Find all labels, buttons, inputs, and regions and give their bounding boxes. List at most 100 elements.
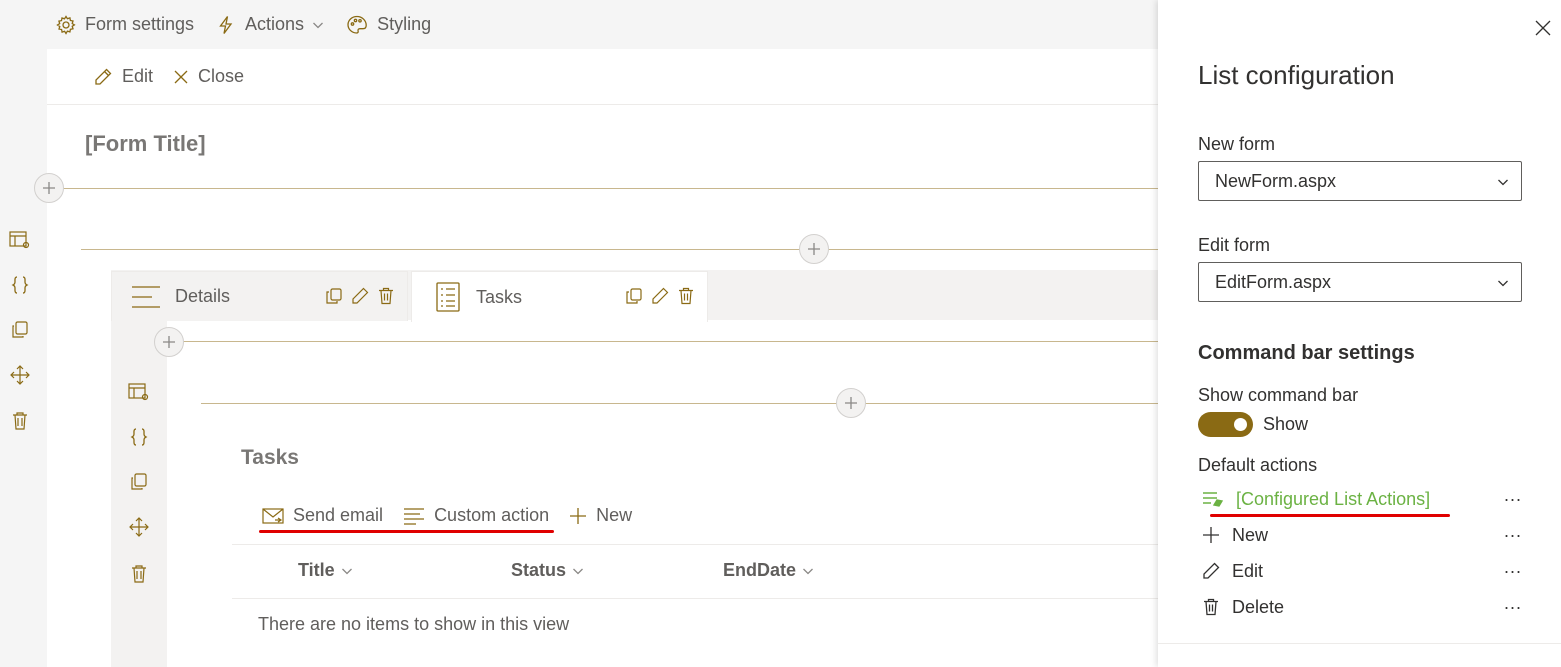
more-options-button[interactable]: ... (1504, 557, 1522, 578)
column-header-status[interactable]: Status (511, 560, 584, 581)
new-label: New (596, 505, 633, 525)
copy-icon[interactable] (128, 471, 150, 493)
styling-label: Styling (377, 14, 432, 34)
form-settings-button[interactable]: Form settings (56, 14, 194, 35)
form-settings-label: Form settings (85, 14, 195, 34)
more-options-button[interactable]: ... (1504, 593, 1522, 614)
section-divider (63, 188, 1158, 189)
column-header-title[interactable]: Title (298, 560, 353, 581)
code-braces-icon[interactable] (9, 274, 31, 296)
configured-list-actions-item[interactable]: [Configured List Actions] ... (1202, 485, 1522, 513)
actions-menu-button[interactable]: Actions (216, 14, 324, 35)
edit-form-dropdown[interactable]: EditForm.aspx (1198, 262, 1522, 302)
close-panel-button[interactable] (1531, 16, 1555, 40)
show-command-bar-toggle[interactable] (1198, 412, 1253, 437)
plus-icon (570, 507, 587, 524)
column-header-bottom-border (232, 598, 1158, 599)
edit-form-label: Edit form (1198, 235, 1271, 255)
tab-section-divider (183, 341, 1158, 342)
move-icon[interactable] (9, 364, 31, 386)
delete-icon[interactable] (128, 563, 150, 585)
send-email-button[interactable]: Send email (262, 505, 383, 526)
add-section-button[interactable] (154, 327, 184, 357)
actions-label: Actions (245, 14, 305, 34)
lines-icon (404, 507, 425, 525)
list-configuration-panel: List configuration New form NewForm.aspx… (1158, 0, 1561, 667)
column-label: EndDate (723, 560, 797, 580)
tab-tasks[interactable]: Tasks (411, 271, 708, 322)
layout-settings-icon[interactable] (9, 229, 31, 251)
add-section-button[interactable] (34, 173, 64, 203)
column-header-enddate[interactable]: EndDate (723, 560, 814, 581)
add-row-button[interactable] (799, 234, 829, 264)
edit-form-value: EditForm.aspx (1215, 271, 1332, 292)
form-title[interactable]: [Form Title] (85, 131, 206, 157)
copy-icon[interactable] (625, 287, 643, 305)
close-button[interactable]: Close (173, 66, 244, 87)
annotation-underline (259, 530, 554, 533)
document-list-icon (436, 282, 460, 312)
panel-footer-divider (1158, 643, 1561, 644)
configured-actions-icon (1203, 492, 1224, 507)
plus-icon (163, 336, 175, 348)
trash-icon (1204, 598, 1218, 616)
layout-settings-icon[interactable] (128, 381, 150, 403)
chevron-down-icon (803, 568, 813, 574)
list-title: Tasks (241, 446, 299, 469)
chevron-down-icon (1498, 280, 1508, 287)
new-item-button[interactable]: New (569, 505, 632, 526)
pencil-icon (1203, 562, 1220, 579)
list-command-bar: Send email Custom action New (262, 505, 652, 526)
delete-icon[interactable] (9, 410, 31, 432)
code-braces-icon[interactable] (128, 426, 150, 448)
send-email-label: Send email (293, 505, 384, 525)
edit-label: Edit (122, 66, 154, 86)
chevron-down-icon (313, 22, 324, 28)
delete-action-item[interactable]: Delete ... (1202, 593, 1522, 621)
default-actions-label: Default actions (1198, 455, 1318, 475)
plus-icon (808, 243, 820, 255)
chevron-down-icon (1498, 179, 1508, 186)
pencil-icon[interactable] (351, 287, 369, 305)
toggle-state-label: Show (1263, 414, 1309, 434)
lightning-icon (219, 15, 233, 34)
add-row-button[interactable] (836, 388, 866, 418)
edit-action-label: Edit (1232, 560, 1264, 581)
chevron-down-icon (573, 568, 583, 574)
chevron-down-icon (341, 568, 352, 574)
edit-button[interactable]: Edit (93, 66, 153, 87)
annotation-underline (1210, 514, 1450, 517)
move-icon[interactable] (128, 516, 150, 538)
tab-details[interactable]: Details (111, 271, 408, 321)
row-divider (81, 249, 1158, 250)
more-options-button[interactable]: ... (1504, 485, 1522, 506)
close-label: Close (198, 66, 245, 86)
copy-icon[interactable] (9, 319, 31, 341)
configured-list-actions-label: [Configured List Actions] (1236, 488, 1431, 509)
new-form-label: New form (1198, 134, 1276, 154)
trash-icon[interactable] (677, 287, 695, 305)
new-action-item[interactable]: New ... (1202, 521, 1522, 549)
palette-icon (347, 15, 367, 34)
new-form-value: NewForm.aspx (1215, 170, 1337, 191)
edit-action-item[interactable]: Edit ... (1202, 557, 1522, 585)
custom-action-button[interactable]: Custom action (403, 505, 549, 526)
column-header-top-border (232, 544, 1158, 545)
new-form-dropdown[interactable]: NewForm.aspx (1198, 161, 1522, 201)
form-toolbar: Form settings Actions Styling (0, 0, 1158, 49)
styling-button[interactable]: Styling (346, 14, 431, 35)
custom-action-label: Custom action (434, 505, 550, 525)
gear-icon (56, 14, 76, 35)
copy-icon[interactable] (325, 287, 343, 305)
toggle-knob (1234, 418, 1247, 431)
trash-icon[interactable] (377, 287, 395, 305)
column-label: Status (511, 560, 567, 580)
pencil-icon (95, 68, 112, 85)
pencil-icon[interactable] (651, 287, 669, 305)
command-bar-settings-heading: Command bar settings (1198, 342, 1415, 364)
close-icon (1535, 20, 1551, 36)
form-command-bar: Edit Close (47, 49, 1158, 105)
new-action-label: New (1232, 524, 1269, 545)
more-options-button[interactable]: ... (1504, 521, 1522, 542)
empty-list-message: There are no items to show in this view (258, 614, 570, 634)
